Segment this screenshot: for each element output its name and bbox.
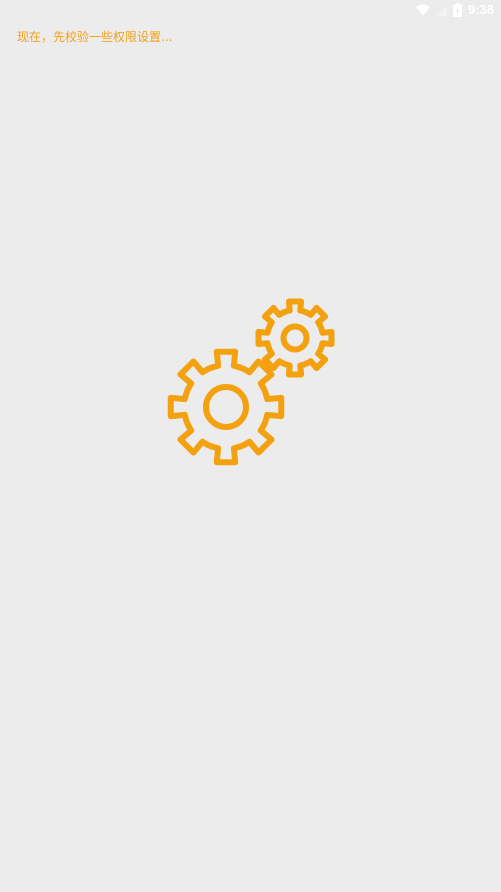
permission-check-message: 现在，先校验一些权限设置... xyxy=(17,30,173,44)
wifi-icon xyxy=(416,4,431,16)
battery-icon xyxy=(453,3,463,17)
status-icons: 9:38 xyxy=(416,2,494,18)
status-time: 9:38 xyxy=(468,3,494,17)
gear-large-icon xyxy=(167,348,285,466)
status-bar: 9:38 xyxy=(0,0,501,20)
signal-icon xyxy=(436,4,448,16)
gear-small-icon xyxy=(255,298,335,378)
gear-large-hole xyxy=(203,384,249,430)
gear-small-hole xyxy=(280,323,310,353)
gears-icon xyxy=(165,297,337,469)
